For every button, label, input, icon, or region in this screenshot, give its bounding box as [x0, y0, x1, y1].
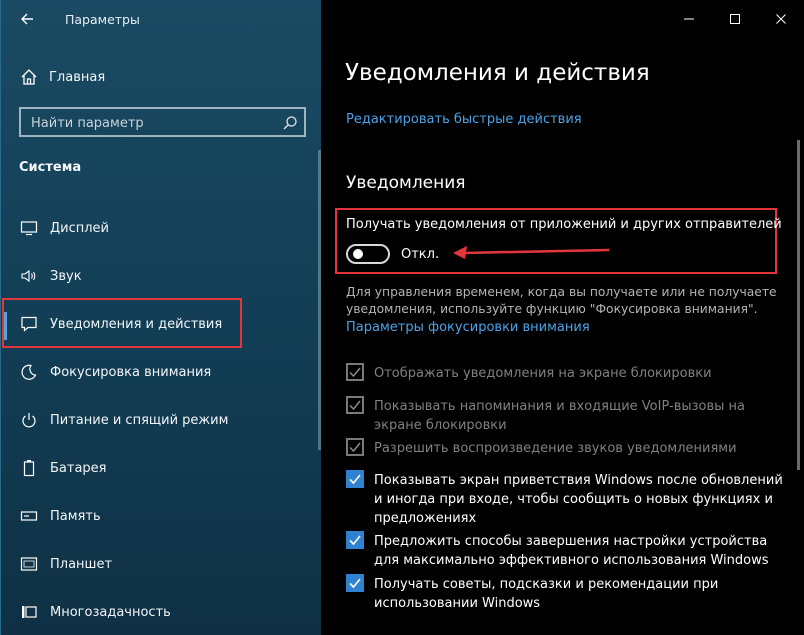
checkbox-label: Показывать напоминания и входящие VoIP-в… [374, 399, 746, 433]
focus-assist-settings-link[interactable]: Параметры фокусировки внимания [346, 320, 590, 335]
sidebar: Параметры Главная Система Дисплей Звук [0, 0, 321, 635]
checkmark-icon [349, 367, 361, 378]
page-title: Уведомления и действия [345, 60, 650, 86]
sidebar-item-label: Звук [50, 268, 82, 284]
sidebar-item-label: Фокусировка внимания [50, 364, 212, 380]
maximize-button[interactable] [712, 0, 758, 38]
settings-window: Параметры Главная Система Дисплей Звук [0, 0, 804, 635]
checkmark-icon [349, 442, 361, 453]
checkmark-icon [349, 400, 361, 411]
power-icon [19, 410, 39, 430]
tablet-icon [19, 554, 39, 574]
checkbox-label: Получать советы, подсказки и рекомендаци… [374, 577, 719, 611]
battery-icon [19, 458, 39, 478]
notifications-toggle[interactable] [346, 244, 390, 264]
window-controls [666, 0, 804, 38]
checkbox-label: Показывать экран приветствия Windows пос… [374, 473, 783, 526]
close-icon [776, 14, 786, 24]
close-button[interactable] [758, 0, 804, 38]
sidebar-item-label: Многозадачность [50, 604, 171, 620]
search-input[interactable] [21, 109, 283, 137]
checkbox-label: Отображать уведомления на экране блокиро… [374, 366, 712, 381]
sidebar-item-sound[interactable]: Звук [1, 261, 318, 291]
maximize-icon [730, 14, 740, 24]
checkbox[interactable] [346, 531, 364, 549]
sidebar-item-label: Память [50, 508, 101, 524]
sidebar-item-home[interactable]: Главная [19, 65, 105, 89]
storage-icon [19, 506, 39, 526]
app-title: Параметры [65, 12, 140, 27]
annotation-highlight [2, 298, 242, 348]
quick-actions-link[interactable]: Редактировать быстрые действия [346, 112, 582, 127]
sidebar-item-multitasking[interactable]: Многозадачность [1, 597, 318, 627]
home-icon [19, 67, 39, 87]
search-icon[interactable] [282, 115, 298, 131]
checkmark-icon [349, 474, 361, 485]
checkmark-icon [349, 578, 361, 589]
back-arrow-icon [21, 13, 33, 25]
toggle-state-text: Откл. [401, 247, 440, 262]
checkbox[interactable] [346, 438, 364, 456]
sidebar-item-tablet[interactable]: Планшет [1, 549, 318, 579]
back-button[interactable] [19, 8, 39, 30]
sidebar-item-label: Питание и спящий режим [50, 412, 229, 428]
monitor-icon [19, 218, 39, 238]
sidebar-item-display[interactable]: Дисплей [1, 213, 318, 243]
notifications-header: Уведомления [346, 173, 466, 193]
home-label: Главная [49, 69, 106, 85]
main-scrollbar[interactable] [797, 140, 800, 470]
checkbox-label: Разрешить воспроизведение звуков уведомл… [374, 441, 737, 456]
sidebar-item-label: Планшет [50, 556, 113, 572]
sidebar-item-label: Батарея [50, 460, 107, 476]
main-content: Уведомления и действия Редактировать быс… [321, 0, 804, 635]
notifications-toggle-label: Получать уведомления от приложений и дру… [346, 217, 782, 232]
minimize-button[interactable] [666, 0, 712, 38]
multitask-icon [19, 602, 39, 622]
checkbox[interactable] [346, 574, 364, 592]
moon-icon [19, 362, 39, 382]
sidebar-item-battery[interactable]: Батарея [1, 453, 318, 483]
sidebar-item-storage[interactable]: Память [1, 501, 318, 531]
sidebar-item-power[interactable]: Питание и спящий режим [1, 405, 318, 435]
speaker-icon [19, 266, 39, 286]
section-title-system: Система [19, 160, 82, 175]
checkbox[interactable] [346, 396, 364, 414]
checkbox-label: Предложить способы завершения настройки … [374, 534, 769, 568]
search-box[interactable] [19, 107, 306, 137]
sidebar-item-label: Дисплей [50, 220, 110, 236]
checkmark-icon [349, 535, 361, 546]
minimize-icon [684, 18, 694, 20]
annotation-arrow-icon [453, 246, 610, 259]
focus-assist-description: Для управления временем, когда вы получа… [346, 285, 777, 316]
checkbox[interactable] [346, 363, 364, 381]
checkbox[interactable] [346, 470, 364, 488]
toggle-knob [353, 249, 363, 259]
sidebar-item-focus-assist[interactable]: Фокусировка внимания [1, 357, 318, 387]
